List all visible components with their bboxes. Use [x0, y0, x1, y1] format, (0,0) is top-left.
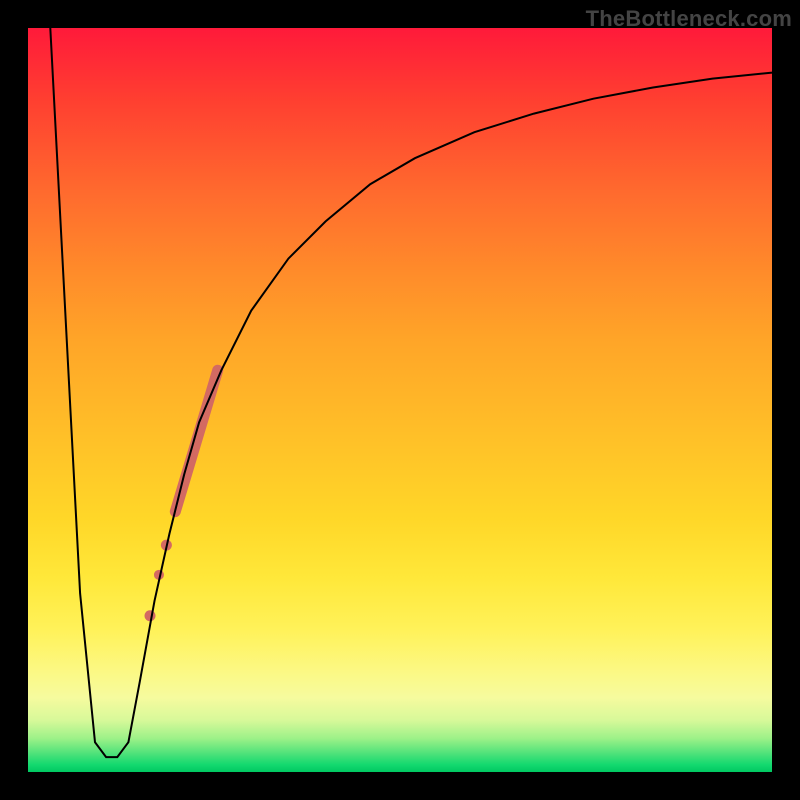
- dot-1: [161, 540, 172, 551]
- plot-area: [28, 28, 772, 772]
- dot-2: [154, 570, 164, 580]
- dot-3: [145, 610, 156, 621]
- markers: [145, 370, 218, 621]
- highlight-segment: [175, 370, 217, 511]
- bottleneck-curve-path: [50, 28, 772, 757]
- curve-layer: [28, 28, 772, 772]
- chart-frame: TheBottleneck.com: [0, 0, 800, 800]
